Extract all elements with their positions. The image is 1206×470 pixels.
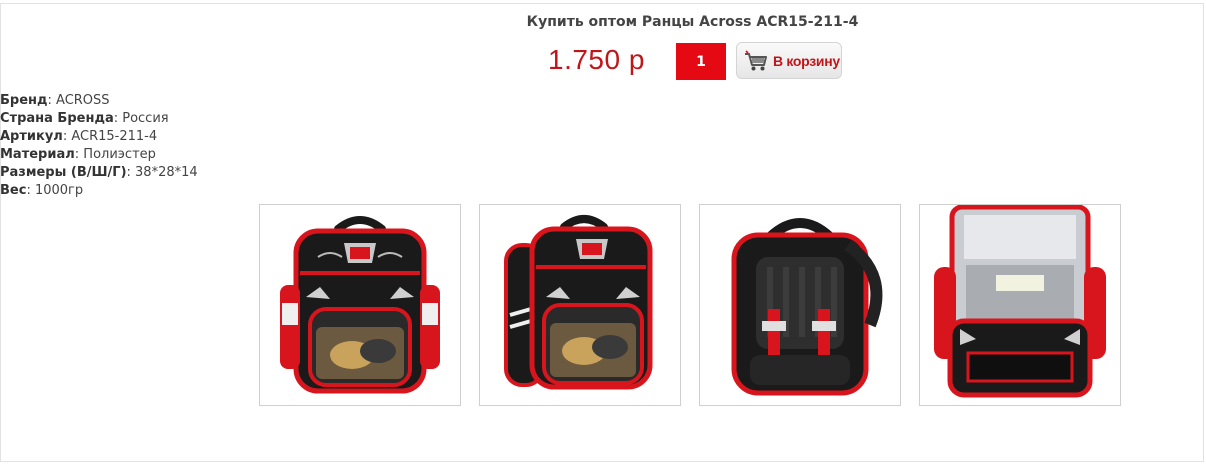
add-to-cart-label: В корзину — [773, 52, 840, 69]
spec-row-article: Артикул: ACR15-211-4 — [0, 129, 158, 144]
backpack-back-image — [731, 218, 883, 396]
backpack-open-image — [934, 205, 1106, 398]
gallery-image-front[interactable] — [259, 204, 461, 406]
spec-row-brand: Бренд: ACROSS — [0, 93, 110, 108]
spec-key: Страна Бренда — [0, 111, 114, 126]
page-title: Купить оптом Ранцы Across ACR15-211-4 — [526, 14, 859, 30]
spec-key: Размеры (В/Ш/Г) — [0, 165, 127, 180]
quantity-input[interactable] — [676, 43, 726, 80]
backpack-side-image — [504, 215, 653, 390]
shopping-cart-icon — [745, 49, 767, 70]
gallery-image-three-quarter[interactable] — [479, 204, 681, 406]
gallery-image-back[interactable] — [699, 204, 901, 406]
spec-key: Бренд — [0, 93, 48, 108]
spec-key: Вес — [0, 183, 27, 198]
price: 1.750 р — [548, 44, 645, 75]
spec-row-country: Страна Бренда: Россия — [0, 111, 169, 126]
spec-row-dimensions: Размеры (В/Ш/Г): 38*28*14 — [0, 165, 198, 180]
product-specs: Бренд: ACROSS Страна Бренда: Россия Арти… — [0, 92, 198, 200]
add-to-cart-button[interactable]: В корзину — [736, 42, 842, 79]
spec-value: Россия — [122, 111, 169, 126]
spec-value: ACROSS — [56, 93, 110, 108]
spec-value: ACR15-211-4 — [71, 129, 158, 144]
backpack-front-image — [280, 216, 440, 394]
spec-value: 38*28*14 — [135, 165, 198, 180]
spec-key: Материал — [0, 147, 75, 162]
spec-value: Полиэстер — [83, 147, 156, 162]
spec-row-material: Материал: Полиэстер — [0, 147, 156, 162]
spec-row-weight: Вес: 1000гр — [0, 183, 84, 198]
spec-key: Артикул — [0, 129, 63, 144]
gallery-image-open[interactable] — [919, 204, 1121, 406]
spec-value: 1000гр — [34, 183, 84, 198]
purchase-row: 1.750 р В корзину — [0, 42, 1206, 82]
